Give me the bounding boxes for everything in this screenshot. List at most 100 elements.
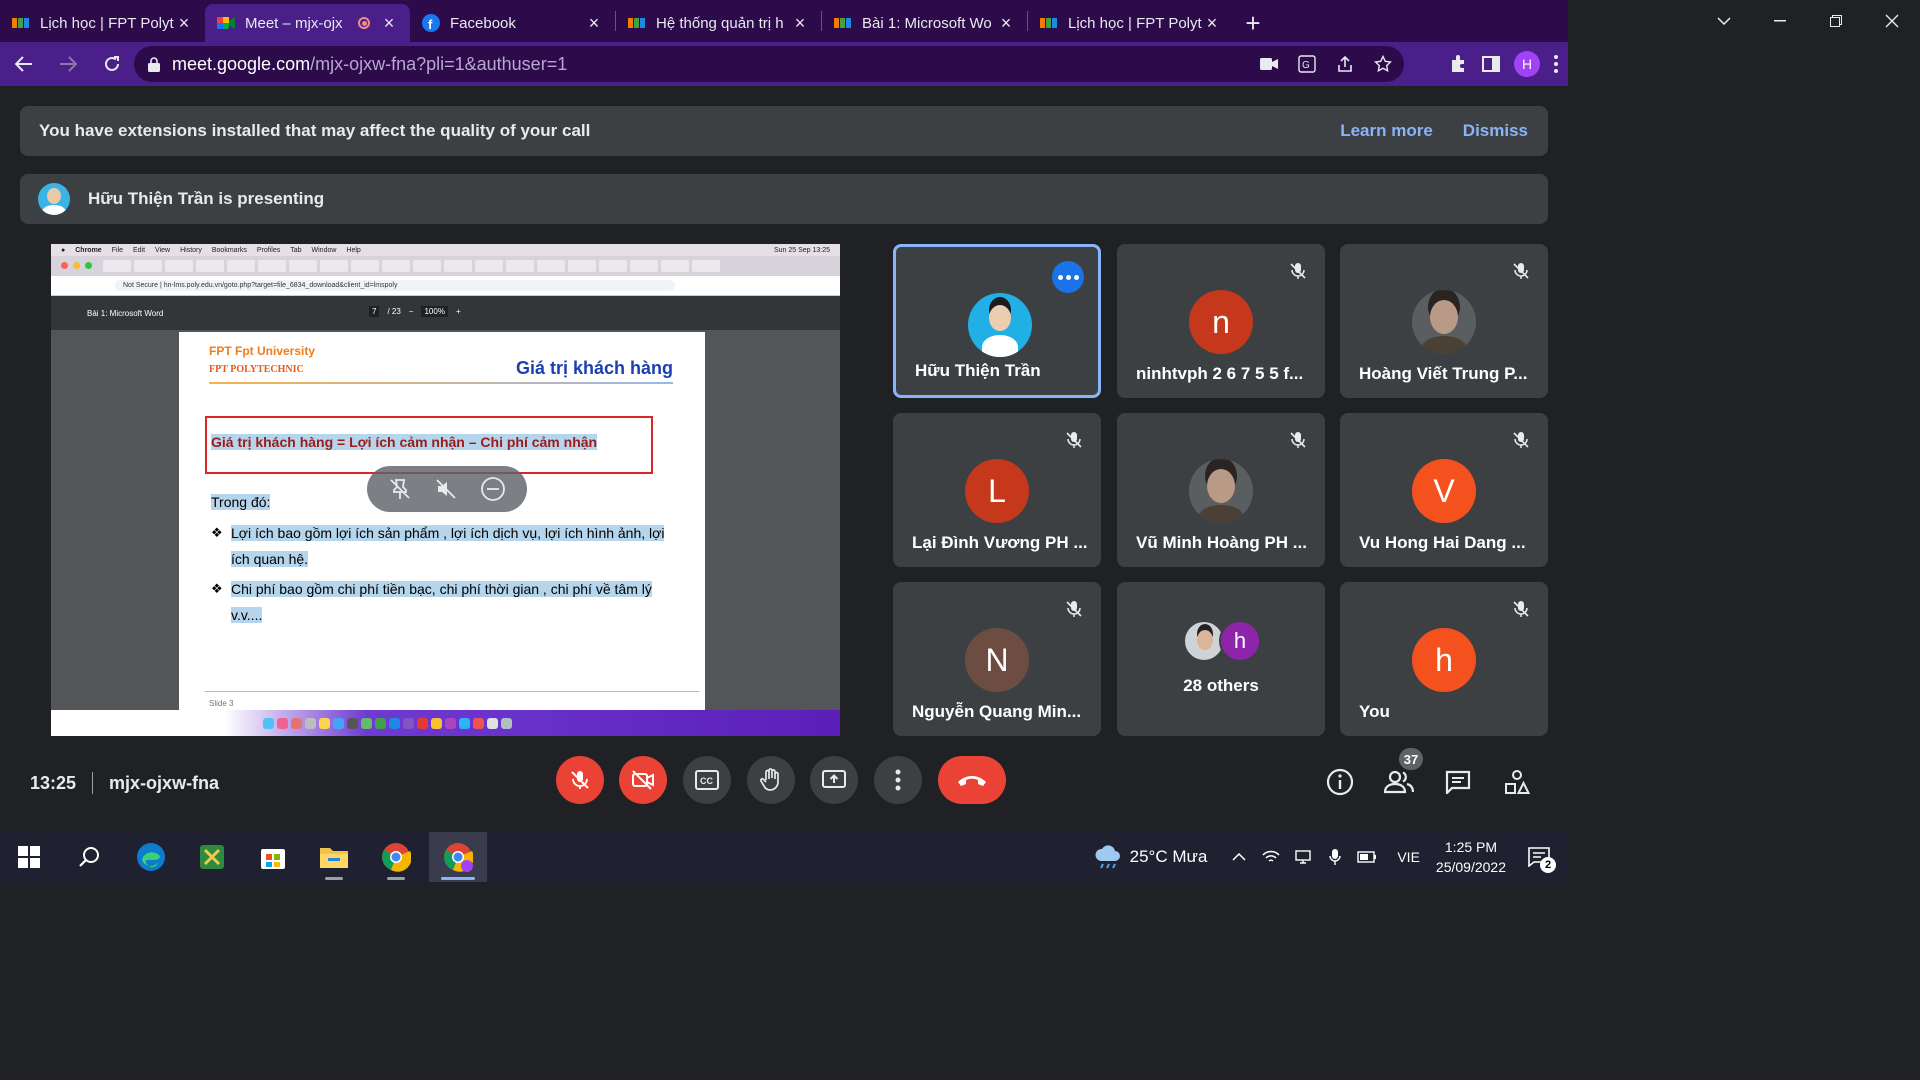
meeting-controls-bar: 13:25 mjx-ojxw-fna CC 37 <box>0 748 1568 832</box>
snip-icon[interactable] <box>183 832 241 882</box>
chevron-up-icon[interactable] <box>1229 847 1249 867</box>
search-icon[interactable] <box>60 832 118 882</box>
trash-icon <box>501 717 512 729</box>
store-icon[interactable] <box>244 832 302 882</box>
leave-call-button[interactable] <box>938 756 1006 804</box>
messenger-icon <box>445 717 456 729</box>
bullet-text: Chi phí bao gồm chi phí tiền bạc, chi ph… <box>231 581 652 623</box>
reload-button[interactable] <box>92 44 132 84</box>
activities-button[interactable] <box>1499 764 1535 800</box>
battery-icon[interactable] <box>1357 847 1377 867</box>
pdf-page-total: / 23 <box>387 307 401 316</box>
window-controls <box>1696 0 1920 42</box>
shared-tab <box>320 260 348 272</box>
close-window-button[interactable] <box>1864 0 1920 42</box>
tab-search-icon[interactable] <box>1696 0 1752 42</box>
display-icon[interactable] <box>1293 847 1313 867</box>
chrome-profile-icon[interactable] <box>429 832 487 882</box>
participant-name: Hữu Thiện Trần <box>915 361 1041 380</box>
lock-icon[interactable] <box>148 56 160 72</box>
edge-icon[interactable] <box>122 832 180 882</box>
extensions-warning-banner: You have extensions installed that may a… <box>20 106 1548 156</box>
share-icon[interactable] <box>1336 55 1354 73</box>
microphone-icon[interactable] <box>1325 847 1345 867</box>
shared-screen[interactable]: ● Chrome File Edit View History Bookmark… <box>51 244 840 736</box>
zalo-icon <box>459 717 470 729</box>
captions-button[interactable]: CC <box>683 756 731 804</box>
camera-toggle-button[interactable] <box>619 756 667 804</box>
close-icon[interactable]: × <box>380 14 398 32</box>
weather-widget[interactable]: 25°C Mưa <box>1094 845 1207 869</box>
pdf-title: Bài 1: Microsoft Word <box>87 308 164 318</box>
mic-off-icon <box>1508 258 1534 284</box>
avatar <box>1412 290 1476 354</box>
tab-bai-1[interactable]: Bài 1: Microsoft Wo × <box>822 4 1027 42</box>
file-explorer-icon[interactable] <box>305 832 363 882</box>
participant-tile[interactable]: Hoàng Viết Trung P... <box>1340 244 1548 398</box>
others-tile[interactable]: h 28 others <box>1117 582 1325 736</box>
unpin-icon[interactable] <box>388 477 412 501</box>
participant-tile[interactable]: n ninhtvph 2 6 7 5 5 f... <box>1117 244 1325 398</box>
windows-taskbar: 25°C Mưa VIE 1:25 PM 25/09/2022 2 <box>0 832 1568 882</box>
self-tile[interactable]: h You <box>1340 582 1548 736</box>
heading-rule <box>209 382 673 384</box>
restore-button[interactable] <box>1808 0 1864 42</box>
present-screen-button[interactable] <box>810 756 858 804</box>
tab-lich-hoc-1[interactable]: Lịch học | FPT Polyt × <box>0 4 205 42</box>
camera-icon[interactable] <box>1260 58 1278 70</box>
participant-tile[interactable]: Hữu Thiện Trần <box>893 244 1101 398</box>
shared-tab <box>227 260 255 272</box>
participant-tile[interactable]: L Lại Đình Vương PH ... <box>893 413 1101 567</box>
traffic-light-minimize-icon <box>73 262 80 269</box>
minimize-button[interactable] <box>1752 0 1808 42</box>
bookmark-star-icon[interactable] <box>1374 55 1392 73</box>
close-icon[interactable]: × <box>997 14 1015 32</box>
side-panel-icon[interactable] <box>1482 56 1500 72</box>
menubar-item: Edit <box>132 246 146 254</box>
more-options-icon[interactable] <box>1052 261 1084 293</box>
wifi-icon[interactable] <box>1261 847 1281 867</box>
close-icon[interactable]: × <box>1203 14 1221 32</box>
close-icon[interactable]: × <box>791 14 809 32</box>
menubar-item: Bookmarks <box>211 246 247 254</box>
participant-tile[interactable]: Vũ Minh Hoàng PH ... <box>1117 413 1325 567</box>
chat-button[interactable] <box>1440 764 1476 800</box>
new-tab-button[interactable]: + <box>1233 4 1273 42</box>
participant-tile[interactable]: V Vu Hong Hai Dang ... <box>1340 413 1548 567</box>
back-button[interactable] <box>4 44 44 84</box>
meeting-details-button[interactable] <box>1322 764 1358 800</box>
notification-center-icon[interactable]: 2 <box>1528 847 1556 873</box>
raise-hand-button[interactable] <box>747 756 795 804</box>
windows-start-icon[interactable] <box>0 832 58 882</box>
kebab-menu-icon[interactable] <box>1554 55 1558 73</box>
people-button[interactable]: 37 <box>1381 748 1423 800</box>
dismiss-button[interactable]: Dismiss <box>1463 121 1528 141</box>
profile-avatar[interactable]: H <box>1514 51 1540 77</box>
menubar-item: Profiles <box>256 246 281 254</box>
chrome-icon[interactable] <box>367 832 425 882</box>
more-options-button[interactable] <box>874 756 922 804</box>
tab-he-thong[interactable]: Hệ thống quản trị h × <box>616 4 821 42</box>
notes-icon <box>305 717 316 729</box>
tab-facebook[interactable]: f Facebook × <box>410 4 615 42</box>
translate-icon[interactable]: G <box>1298 55 1316 73</box>
learn-more-link[interactable]: Learn more <box>1340 121 1433 141</box>
forward-button[interactable] <box>48 44 88 84</box>
mac-clock: Sun 25 Sep 13:25 <box>773 246 830 254</box>
close-icon[interactable]: × <box>585 14 603 32</box>
participant-name: You <box>1359 702 1390 721</box>
participant-tile[interactable]: N Nguyễn Quang Min... <box>893 582 1101 736</box>
address-bar[interactable]: meet.google.com/mjx-ojxw-fna?pli=1&authu… <box>134 46 1404 82</box>
tab-lich-hoc-2[interactable]: Lịch học | FPT Polyt × <box>1028 4 1233 42</box>
svg-text:f: f <box>428 17 433 32</box>
remove-icon[interactable] <box>480 476 506 502</box>
menubar-item: History <box>180 246 202 254</box>
extensions-puzzle-icon[interactable] <box>1448 54 1468 74</box>
mic-toggle-button[interactable] <box>556 756 604 804</box>
mute-presentation-icon[interactable] <box>434 477 458 501</box>
slide-subheading: Trong đó: <box>211 494 271 510</box>
close-icon[interactable]: × <box>175 14 193 32</box>
taskbar-clock[interactable]: 1:25 PM 25/09/2022 <box>1436 837 1506 877</box>
tab-meet[interactable]: Meet – mjx-ojx × <box>205 4 410 42</box>
input-language[interactable]: VIE <box>1397 849 1420 865</box>
